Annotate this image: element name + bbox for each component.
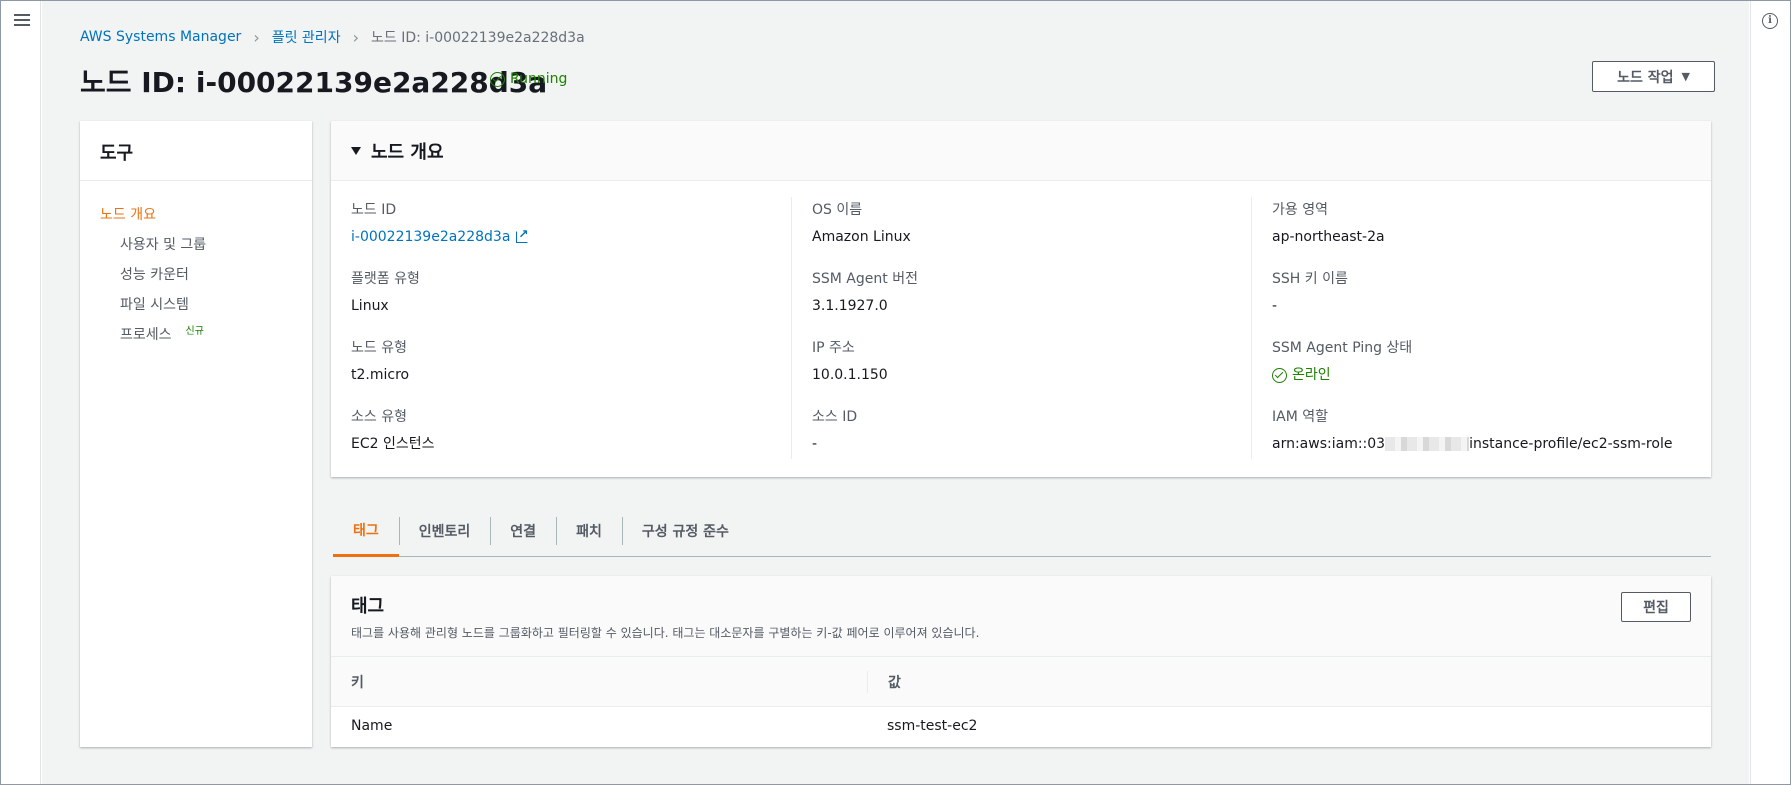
column-header-value: 값 <box>867 670 901 693</box>
field-value: 10.0.1.150 <box>812 367 888 383</box>
breadcrumb-current: 노드 ID: i-00022139e2a228d3a <box>370 30 585 46</box>
tools-item-users-groups[interactable]: 사용자 및 그룹 <box>80 229 312 259</box>
iam-role-prefix: arn:aws:iam::03 <box>1272 436 1386 452</box>
overview-column-1: 노드 ID i-00022139e2a228d3a 플랫폼 유형 Linux 노… <box>331 197 791 459</box>
tag-key-cell: Name <box>351 718 393 734</box>
breadcrumb-systems-manager[interactable]: AWS Systems Manager <box>80 29 241 45</box>
main-content: AWS Systems Manager › 플릿 관리자 › 노드 ID: i-… <box>42 1 1749 784</box>
tools-item-processes[interactable]: 프로세스 신규 <box>80 319 312 349</box>
field-label: 플랫폼 유형 <box>351 271 420 287</box>
tab-associations[interactable]: 연결 <box>490 505 556 557</box>
node-id-link[interactable]: i-00022139e2a228d3a <box>351 228 510 246</box>
field-value: ap-northeast-2a <box>1272 229 1385 245</box>
redacted-account-id <box>1385 437 1470 451</box>
iam-role-suffix: instance-profile/ec2-ssm-role <box>1469 436 1673 452</box>
tab-bar: 태그 인벤토리 연결 패치 구성 규정 준수 <box>333 505 1711 557</box>
tools-item-label: 프로세스 <box>120 327 172 343</box>
tab-inventory[interactable]: 인벤토리 <box>398 505 491 557</box>
tags-title: 태그 <box>351 596 385 617</box>
field-os-name: OS 이름 Amazon Linux <box>812 201 1251 266</box>
page-title: 노드 ID: i-00022139e2a228d3a <box>80 66 548 99</box>
info-icon[interactable]: i <box>1762 13 1778 29</box>
status-check-icon <box>490 71 505 87</box>
field-value: Linux <box>351 298 389 314</box>
tools-title: 도구 <box>80 121 312 181</box>
node-overview-panel: 노드 개요 노드 ID i-00022139e2a228d3a 플랫폼 유형 L… <box>331 121 1711 477</box>
tools-panel: 도구 노드 개요 사용자 및 그룹 성능 카운터 파일 시스템 프로세스 신규 <box>80 121 312 747</box>
tags-description: 태그를 사용해 관리형 노드를 그룹화하고 필터링할 수 있습니다. 태그는 대… <box>351 626 980 640</box>
field-label: SSM Agent 버전 <box>812 271 918 287</box>
triangle-down-icon <box>351 146 361 155</box>
field-value: i-00022139e2a228d3a <box>351 225 791 246</box>
field-ssh-key-name: SSH 키 이름 - <box>1272 270 1711 335</box>
tools-rail: i <box>1750 1 1790 784</box>
overview-header[interactable]: 노드 개요 <box>331 121 1711 181</box>
tags-table-header: 키 값 <box>331 657 1711 707</box>
edit-button[interactable]: 편집 <box>1621 592 1691 622</box>
column-header-key: 키 <box>351 674 364 691</box>
field-label: SSM Agent Ping 상태 <box>1272 340 1413 356</box>
overview-title: 노드 개요 <box>371 141 444 163</box>
field-ssm-ping-status: SSM Agent Ping 상태 온라인 <box>1272 339 1711 404</box>
tools-list: 노드 개요 사용자 및 그룹 성능 카운터 파일 시스템 프로세스 신규 <box>80 181 312 349</box>
tools-item-file-system[interactable]: 파일 시스템 <box>80 289 312 319</box>
table-row: Name ssm-test-ec2 <box>331 707 1711 747</box>
new-badge: 신규 <box>185 325 204 337</box>
node-actions-label: 노드 작업 <box>1617 69 1674 86</box>
tools-item-performance-counters[interactable]: 성능 카운터 <box>80 259 312 289</box>
status-check-icon <box>1272 367 1287 383</box>
tools-item-label: 노드 개요 <box>100 207 156 223</box>
field-value: - <box>812 436 818 452</box>
tools-item-node-overview[interactable]: 노드 개요 <box>80 199 312 229</box>
external-link-icon[interactable] <box>516 225 528 243</box>
caret-down-icon: ▼ <box>1681 70 1690 83</box>
ping-status-label: 온라인 <box>1292 367 1331 383</box>
tools-item-label: 파일 시스템 <box>120 297 189 313</box>
tags-header: 태그 태그를 사용해 관리형 노드를 그룹화하고 필터링할 수 있습니다. 태그… <box>331 576 1711 657</box>
field-value: 온라인 <box>1272 366 1711 384</box>
node-actions-button[interactable]: 노드 작업 ▼ <box>1592 61 1715 92</box>
tags-panel: 태그 태그를 사용해 관리형 노드를 그룹화하고 필터링할 수 있습니다. 태그… <box>331 576 1711 747</box>
field-node-id: 노드 ID i-00022139e2a228d3a <box>351 201 791 266</box>
field-availability-zone: 가용 영역 ap-northeast-2a <box>1272 201 1711 266</box>
field-value: t2.micro <box>351 367 410 383</box>
field-label: IAM 역할 <box>1272 409 1328 425</box>
field-label: OS 이름 <box>812 202 863 218</box>
field-value: Amazon Linux <box>812 229 911 245</box>
field-value: - <box>1272 298 1278 314</box>
field-label: 노드 ID <box>351 202 397 218</box>
field-ssm-agent-version: SSM Agent 버전 3.1.1927.0 <box>812 270 1251 335</box>
field-value: arn:aws:iam::03 instance-profile/ec2-ssm… <box>1272 435 1711 453</box>
overview-column-2: OS 이름 Amazon Linux SSM Agent 버전 3.1.1927… <box>791 197 1251 459</box>
chevron-right-icon: › <box>253 27 260 47</box>
field-label: 소스 ID <box>812 409 858 425</box>
tab-patch[interactable]: 패치 <box>556 505 622 557</box>
navigation-rail <box>1 1 41 784</box>
menu-icon[interactable] <box>14 14 30 28</box>
field-ip-address: IP 주소 10.0.1.150 <box>812 339 1251 404</box>
field-label: 노드 유형 <box>351 340 407 356</box>
overview-column-3: 가용 영역 ap-northeast-2a SSH 키 이름 - SSM Age… <box>1251 197 1711 459</box>
field-value: 3.1.1927.0 <box>812 298 888 314</box>
field-node-type: 노드 유형 t2.micro <box>351 339 791 404</box>
field-label: 가용 영역 <box>1272 202 1328 218</box>
status-label: Running <box>510 71 568 87</box>
field-source-type: 소스 유형 EC2 인스턴스 <box>351 408 791 473</box>
field-source-id: 소스 ID - <box>812 408 1251 473</box>
field-label: 소스 유형 <box>351 409 407 425</box>
tag-value-cell: ssm-test-ec2 <box>887 718 978 734</box>
field-label: IP 주소 <box>812 340 855 356</box>
status-badge: Running <box>490 71 567 87</box>
chevron-right-icon: › <box>352 27 359 47</box>
tab-compliance[interactable]: 구성 규정 준수 <box>621 505 749 557</box>
field-value: EC2 인스턴스 <box>351 436 435 452</box>
breadcrumb-fleet-manager[interactable]: 플릿 관리자 <box>272 27 341 47</box>
breadcrumb: AWS Systems Manager › 플릿 관리자 › 노드 ID: i-… <box>80 27 585 47</box>
field-iam-role: IAM 역할 arn:aws:iam::03 instance-profile/… <box>1272 408 1711 473</box>
field-label: SSH 키 이름 <box>1272 271 1348 287</box>
field-platform-type: 플랫폼 유형 Linux <box>351 270 791 335</box>
tab-tags[interactable]: 태그 <box>333 505 399 557</box>
tools-item-label: 사용자 및 그룹 <box>120 237 207 253</box>
tools-item-label: 성능 카운터 <box>120 267 189 283</box>
